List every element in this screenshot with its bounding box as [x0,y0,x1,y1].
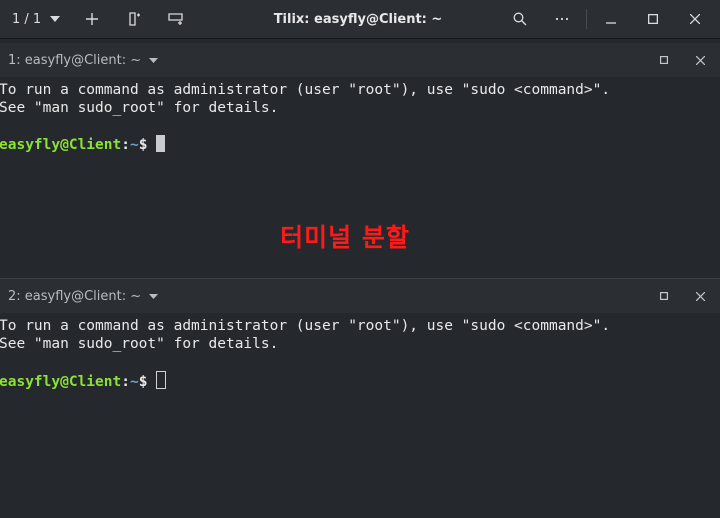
prompt-path: ~ [129,374,139,390]
close-icon [695,291,705,301]
terminal-cursor [156,135,166,152]
pane-maximize-button[interactable] [657,289,671,303]
session-counter-label: 1 / 1 [12,11,42,27]
ellipsis-icon [555,17,569,21]
add-session-button[interactable] [78,0,106,38]
maximize-button[interactable] [639,0,667,38]
menu-button[interactable] [548,0,576,38]
add-terminal-down-button[interactable] [162,0,190,38]
session-switcher-button[interactable]: 1 / 1 [6,0,70,38]
terminal-line: See "man sudo_root" for details. [0,100,279,116]
prompt-user-host: easyfly@Client [0,137,122,153]
maximize-icon [660,56,668,64]
close-button[interactable] [681,0,709,38]
split-right-icon [127,12,141,26]
shell-prompt: easyfly@Client:~$ [0,135,166,153]
pane-title-menu[interactable]: 1: easyfly@Client: ~ [8,43,159,77]
search-button[interactable] [506,0,534,38]
search-icon [513,12,527,26]
tilix-window: 1 / 1 Tilix: easyfly@Client: ~ 1: easyfl… [0,0,720,518]
prompt-path: ~ [129,137,139,153]
pane-maximize-button[interactable] [657,53,671,67]
add-terminal-right-button[interactable] [120,0,148,38]
pane-title-label: 2: easyfly@Client: ~ [8,288,142,304]
terminal-line: To run a command as administrator (user … [0,318,611,334]
minimize-button[interactable] [597,0,625,38]
minimize-icon [606,14,616,24]
split-down-icon [168,12,184,26]
chevron-down-icon [149,293,159,299]
terminal-pane-2[interactable]: 2: easyfly@Client: ~ To run a command as… [0,279,720,518]
window-title: Tilix: easyfly@Client: ~ [273,11,443,27]
close-icon [690,14,700,24]
overlay-caption: 터미널 분할 [0,218,690,252]
prompt-symbol: $ [138,374,148,390]
header-separator [586,9,587,29]
overlay-caption-text: 터미널 분할 [280,223,410,252]
terminal-output[interactable]: To run a command as administrator (user … [0,81,720,171]
shell-prompt: easyfly@Client:~$ [0,371,167,390]
terminal-output[interactable]: To run a command as administrator (user … [0,317,720,407]
chevron-down-icon [149,57,159,63]
prompt-separator: : [121,374,130,390]
prompt-user-host: easyfly@Client [0,374,122,390]
close-icon [695,55,705,65]
maximize-icon [660,292,668,300]
pane-close-button[interactable] [693,53,707,67]
pane-close-button[interactable] [693,289,707,303]
terminal-cursor [156,371,167,389]
plus-icon [86,13,98,25]
terminal-line: See "man sudo_root" for details. [0,336,279,352]
pane-title-bar: 1: easyfly@Client: ~ [0,43,720,77]
header-bar: 1 / 1 Tilix: easyfly@Client: ~ [0,0,720,39]
pane-title-bar: 2: easyfly@Client: ~ [0,279,720,313]
pane-title-menu[interactable]: 2: easyfly@Client: ~ [8,279,159,313]
maximize-icon [648,14,658,24]
terminal-line: To run a command as administrator (user … [0,82,611,98]
prompt-separator: : [121,137,130,153]
chevron-down-icon [50,16,61,22]
pane-title-label: 1: easyfly@Client: ~ [8,52,142,68]
prompt-symbol: $ [138,137,148,153]
